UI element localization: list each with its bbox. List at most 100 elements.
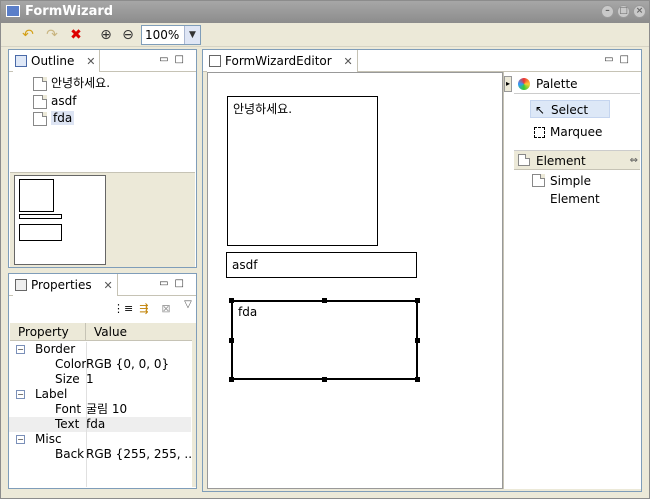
property-value: 굴림 10 (86, 402, 128, 416)
outline-item[interactable]: asdf (33, 93, 76, 109)
property-value: RGB {255, 255, ... (86, 447, 196, 461)
property-group-border[interactable]: − Border (9, 342, 191, 357)
document-icon (518, 154, 530, 166)
tab-outline-label: Outline (31, 54, 75, 68)
palette-marquee-tool[interactable]: Marquee (530, 123, 602, 141)
column-divider (86, 342, 87, 487)
group-label: Misc (35, 432, 62, 446)
collapse-icon[interactable]: − (16, 345, 25, 354)
outline-item-label: fda (51, 111, 75, 125)
restore-default-icon[interactable]: ⊠ (157, 300, 175, 318)
thumb-element (19, 214, 62, 219)
property-key: Color (55, 357, 87, 371)
maximize-icon[interactable]: □ (617, 5, 630, 18)
property-row[interactable]: Back RGB {255, 255, ... (9, 447, 196, 462)
delete-icon[interactable]: ✖ (67, 26, 85, 44)
group-label: Label (35, 387, 68, 401)
resize-handle[interactable] (229, 377, 234, 382)
thumb-element (19, 179, 54, 212)
document-icon (532, 174, 545, 187)
chevron-down-icon[interactable]: ▼ (184, 26, 200, 44)
property-row[interactable]: Font 굴림 10 (9, 402, 191, 417)
document-icon (33, 94, 47, 109)
zoom-combo[interactable]: 100% ▼ (141, 25, 201, 45)
properties-panel: Properties ✕ ▭□ ⋮≡ ⇶ ⊠ ▽ Property Value … (8, 273, 197, 489)
property-column-header[interactable]: Property (10, 323, 86, 341)
property-key: Size (55, 372, 80, 386)
zoom-out-icon[interactable]: ⊖ (119, 26, 137, 44)
property-key: Text (55, 417, 80, 431)
outline-tabbar: Outline ✕ ▭□ (9, 50, 196, 72)
document-icon (33, 111, 47, 126)
resize-handle[interactable] (415, 377, 420, 382)
outline-overview (10, 172, 195, 267)
palette-header: Palette (514, 74, 640, 94)
palette-drawer-label: Element (536, 154, 586, 168)
palette-select-tool[interactable]: ↖ Select (530, 100, 610, 118)
view-minmax-icon[interactable]: ▭□ (604, 54, 635, 65)
editor-icon (209, 55, 221, 67)
palette-item-label: Marquee (550, 125, 603, 139)
filter-advanced-icon[interactable]: ⇶ (135, 300, 153, 318)
property-group-label[interactable]: − Label (9, 387, 191, 402)
undo-icon[interactable]: ↶ (19, 26, 37, 44)
palette-item-label: Select (551, 103, 589, 117)
resize-handle[interactable] (415, 298, 420, 303)
property-group-misc[interactable]: − Misc (9, 432, 191, 447)
canvas-element[interactable]: asdf (226, 252, 417, 278)
outline-item-label: asdf (51, 94, 77, 108)
resize-handle[interactable] (415, 338, 420, 343)
palette-title: Palette (536, 77, 578, 91)
property-row[interactable]: Size 1 (9, 372, 191, 387)
tab-properties[interactable]: Properties ✕ (13, 274, 118, 296)
tab-properties-label: Properties (31, 278, 92, 292)
tab-formwizardeditor[interactable]: FormWizardEditor ✕ (207, 50, 358, 72)
resize-handle[interactable] (229, 338, 234, 343)
categories-icon[interactable]: ⋮≡ (113, 300, 133, 318)
palette-simple-element[interactable]: Simple Element (530, 172, 641, 206)
close-icon[interactable]: ✕ (103, 279, 112, 292)
outline-item-label: 안녕하세요. (51, 76, 111, 90)
outline-item[interactable]: fda (33, 110, 75, 126)
marquee-icon (534, 127, 545, 138)
overview-thumbnail[interactable] (14, 175, 106, 265)
redo-icon[interactable]: ↷ (43, 26, 61, 44)
editor-tabbar: FormWizardEditor ✕ ▭□ (203, 50, 641, 72)
window-title: FormWizard (25, 4, 114, 19)
editor-canvas[interactable]: 안녕하세요. asdf fda (207, 72, 503, 489)
canvas-element[interactable]: 안녕하세요. (227, 96, 378, 246)
thumb-element (19, 224, 62, 241)
view-minmax-icon[interactable]: ▭□ (159, 278, 190, 289)
resize-handle[interactable] (322, 377, 327, 382)
value-column-header[interactable]: Value (86, 323, 195, 341)
palette-icon (518, 78, 530, 90)
resize-handle[interactable] (229, 298, 234, 303)
outline-item[interactable]: 안녕하세요. (33, 75, 110, 91)
collapse-icon[interactable]: − (16, 390, 25, 399)
resize-handle[interactable] (322, 298, 327, 303)
arrow-cursor-icon: ↖ (535, 103, 546, 117)
property-value: 1 (86, 372, 94, 386)
property-key: Back (55, 447, 85, 461)
zoom-value: 100% (145, 28, 180, 42)
minimize-icon[interactable]: – (601, 5, 614, 18)
pin-icon[interactable]: ⇔ (630, 151, 638, 171)
title-bar: FormWizard – □ × (1, 1, 649, 23)
palette-panel: ▸ Palette ↖ Select Marquee Element ⇔ Sim… (503, 72, 641, 489)
property-row-selected[interactable]: Text fda (9, 417, 191, 432)
zoom-in-icon[interactable]: ⊕ (97, 26, 115, 44)
collapse-palette-icon[interactable]: ▸ (504, 76, 512, 92)
canvas-element-selected[interactable]: fda (231, 300, 418, 380)
collapse-icon[interactable]: − (16, 435, 25, 444)
document-icon (33, 76, 47, 91)
scrollbar[interactable] (192, 323, 196, 487)
view-minmax-icon[interactable]: ▭□ (159, 54, 190, 65)
view-menu-icon[interactable]: ▽ (179, 296, 197, 314)
property-row[interactable]: Color RGB {0, 0, 0} (9, 357, 191, 372)
tab-outline[interactable]: Outline ✕ (13, 50, 101, 72)
palette-drawer-element[interactable]: Element ⇔ (514, 150, 640, 170)
property-value: RGB {0, 0, 0} (86, 357, 170, 371)
close-icon[interactable]: ✕ (344, 55, 353, 68)
close-icon[interactable]: ✕ (86, 55, 95, 68)
close-icon[interactable]: × (633, 5, 646, 18)
